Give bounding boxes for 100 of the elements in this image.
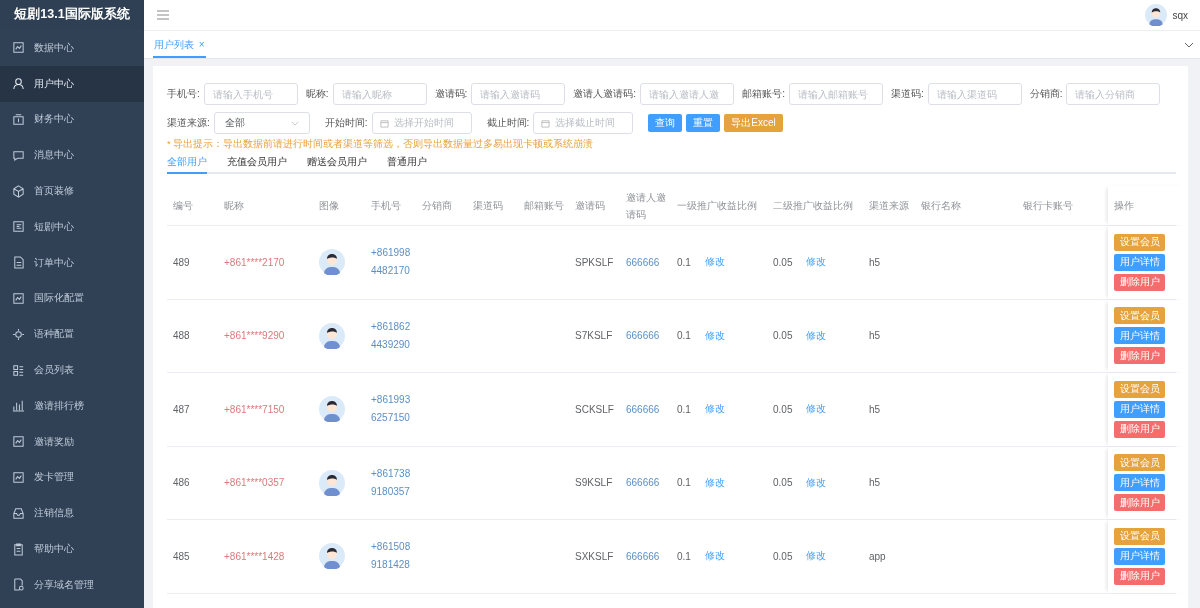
row-action-button[interactable]: 设置会员 bbox=[1114, 307, 1165, 325]
sidebar-item[interactable]: 国际化配置 bbox=[0, 280, 144, 317]
chevron-down-icon[interactable] bbox=[1184, 41, 1194, 48]
input-field[interactable]: 请输入分销商 bbox=[1066, 83, 1161, 105]
row-action-button[interactable]: 删除用户 bbox=[1114, 567, 1165, 585]
sidebar-item[interactable]: 会员列表 bbox=[0, 352, 144, 388]
sidebar-item[interactable]: 语种配置 bbox=[0, 316, 144, 353]
edit-link[interactable]: 修改 bbox=[704, 402, 725, 417]
row-action-button[interactable]: 设置会员 bbox=[1114, 454, 1165, 472]
nickname-cell: +861****2170 bbox=[224, 256, 285, 268]
row-action-button[interactable]: 用户详情 bbox=[1114, 253, 1165, 271]
column-header: 图像 bbox=[319, 199, 340, 213]
document-icon bbox=[12, 256, 25, 270]
table-cell: 666666 bbox=[626, 550, 660, 562]
edit-link[interactable]: 修改 bbox=[806, 402, 827, 417]
table-cell: 0.05 bbox=[773, 477, 793, 489]
document-gear-icon bbox=[12, 578, 25, 592]
line-chart-icon bbox=[12, 470, 25, 484]
row-action-button[interactable]: 删除用户 bbox=[1114, 347, 1165, 365]
row-action-button[interactable]: 用户详情 bbox=[1114, 474, 1165, 492]
input-field[interactable]: 请输入邀请人邀 bbox=[640, 83, 735, 105]
input-field[interactable]: 请输入邮箱账号 bbox=[788, 83, 883, 105]
row-action-button[interactable]: 删除用户 bbox=[1114, 494, 1165, 512]
nickname-cell: +861****1428 bbox=[224, 550, 285, 562]
edit-link[interactable]: 修改 bbox=[806, 255, 827, 270]
column-header: 渠道来源 bbox=[869, 199, 909, 213]
sidebar-item[interactable]: 消息中心 bbox=[0, 137, 144, 174]
table-cell: 666666 bbox=[626, 330, 660, 342]
select-field[interactable]: 全部 bbox=[213, 112, 310, 134]
column-header: 分销商 bbox=[422, 199, 453, 213]
sidebar-item[interactable]: 用户中心 bbox=[0, 65, 144, 102]
avatar-icon bbox=[319, 322, 345, 349]
filter-tab[interactable]: 普通用户 bbox=[387, 153, 427, 174]
table-cell: 488 bbox=[173, 330, 190, 342]
action-button[interactable]: 导出Excel bbox=[724, 114, 783, 132]
row-action-button[interactable]: 删除用户 bbox=[1114, 420, 1165, 438]
user-name[interactable]: sqx bbox=[1172, 9, 1188, 21]
phone-cell-text: +8619984482170 bbox=[371, 246, 412, 279]
column-header: 邮箱账号 bbox=[524, 199, 565, 213]
calendar-icon bbox=[379, 118, 389, 128]
sidebar-item[interactable]: 分享域名管理 bbox=[0, 566, 144, 603]
column-header: 邀请码 bbox=[575, 199, 606, 213]
sidebar-item[interactable]: 邀请排行榜 bbox=[0, 387, 144, 424]
sidebar-item[interactable]: 帮助中心 bbox=[0, 531, 144, 567]
row-action-button[interactable]: 设置会员 bbox=[1114, 233, 1165, 251]
field-label: 分销商: bbox=[1029, 87, 1063, 101]
nickname-cell: +861****7150 bbox=[224, 403, 285, 415]
edit-link[interactable]: 修改 bbox=[704, 255, 725, 270]
sidebar-item[interactable]: 订单中心 bbox=[0, 244, 144, 281]
filter-tab[interactable]: 全部用户 bbox=[167, 153, 207, 174]
row-action-button[interactable]: 设置会员 bbox=[1114, 380, 1165, 398]
sidebar-item[interactable]: 短剧中心 bbox=[0, 209, 144, 245]
edit-link[interactable]: 修改 bbox=[704, 549, 725, 564]
table-cell: SCKSLF bbox=[575, 403, 614, 415]
table-cell: app bbox=[869, 550, 886, 562]
field-label: 邮箱账号: bbox=[742, 87, 785, 101]
edit-link[interactable]: 修改 bbox=[704, 328, 725, 343]
input-field[interactable]: 请输入渠道码 bbox=[927, 83, 1022, 105]
input-field[interactable]: 请输入手机号 bbox=[203, 83, 298, 105]
row-action-button[interactable]: 设置会员 bbox=[1114, 527, 1165, 545]
action-button[interactable]: 查询 bbox=[648, 114, 683, 132]
avatar-icon bbox=[319, 249, 345, 276]
input-field[interactable]: 请输入邀请码 bbox=[471, 83, 566, 105]
chevron-down-icon bbox=[290, 120, 299, 126]
edit-link[interactable]: 修改 bbox=[704, 475, 725, 490]
avatar-icon[interactable] bbox=[1145, 4, 1168, 26]
sidebar-item[interactable]: 注销信息 bbox=[0, 495, 144, 532]
table-cell: 487 bbox=[173, 403, 190, 415]
line-chart-icon bbox=[12, 291, 25, 305]
sidebar-item[interactable]: 发卡管理 bbox=[0, 459, 144, 496]
edit-link[interactable]: 修改 bbox=[806, 475, 827, 490]
row-action-button[interactable]: 用户详情 bbox=[1114, 327, 1165, 345]
calendar-icon bbox=[541, 118, 551, 128]
column-header: 昵称 bbox=[224, 199, 245, 213]
date-field[interactable]: 选择截止时间 bbox=[533, 112, 634, 134]
row-action-button[interactable]: 用户详情 bbox=[1114, 547, 1165, 565]
sidebar-item[interactable]: 数据中心 bbox=[0, 30, 144, 66]
sidebar-item[interactable]: 首页装修 bbox=[0, 173, 144, 209]
inbox-icon bbox=[12, 506, 25, 520]
table-cell: SPKSLF bbox=[575, 256, 614, 268]
page-tab[interactable]: 用户列表 × bbox=[153, 34, 206, 58]
column-header: 一级推广收益比例 bbox=[677, 199, 757, 213]
sidebar-item[interactable]: 财务中心 bbox=[0, 101, 144, 138]
sidebar-item[interactable]: 邀请奖励 bbox=[0, 423, 144, 460]
line-chart-icon bbox=[12, 41, 25, 55]
edit-link[interactable]: 修改 bbox=[806, 328, 827, 343]
table-cell: h5 bbox=[869, 477, 881, 489]
field-label: 截止时间: bbox=[486, 116, 530, 130]
table-cell: 0.1 bbox=[677, 477, 691, 489]
row-action-button[interactable]: 用户详情 bbox=[1114, 400, 1165, 418]
column-header: 编号 bbox=[173, 199, 194, 213]
avatar-icon bbox=[319, 396, 345, 423]
edit-link[interactable]: 修改 bbox=[806, 549, 827, 564]
filter-tab[interactable]: 充值会员用户 bbox=[227, 153, 287, 174]
table-cell: 666666 bbox=[626, 256, 660, 268]
row-action-button[interactable]: 删除用户 bbox=[1114, 273, 1165, 291]
export-hint: * 导出提示：导出数据前请进行时间或者渠道等筛选，否则导出数据量过多易出现卡顿或系统崩溃 bbox=[167, 138, 595, 151]
filter-tab[interactable]: 赠送会员用户 bbox=[307, 153, 367, 174]
action-button[interactable]: 重置 bbox=[686, 114, 721, 132]
date-field[interactable]: 选择开始时间 bbox=[371, 112, 472, 134]
